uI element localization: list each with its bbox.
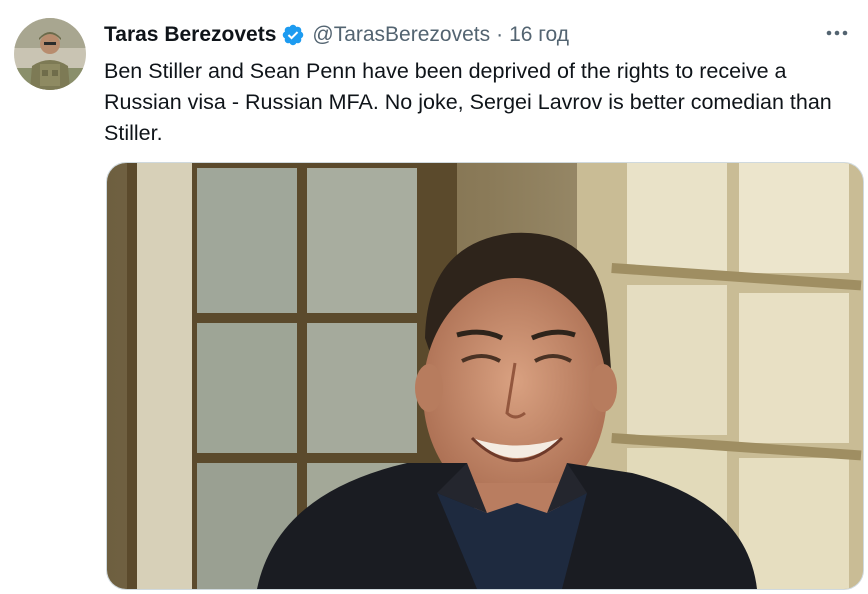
more-options-icon[interactable] (820, 18, 854, 48)
tweet-photo[interactable] (106, 162, 864, 590)
author-name[interactable]: Taras Berezovets (104, 23, 276, 47)
author-handle[interactable]: @TarasBerezovets (312, 23, 490, 47)
tweet-text: Ben Stiller and Sean Penn have been depr… (104, 59, 832, 145)
tweet[interactable]: Taras Berezovets @TarasBerezovets · 16 г… (0, 0, 868, 594)
photo-image (107, 163, 863, 589)
avatar[interactable] (14, 18, 86, 90)
verified-badge-icon (281, 23, 305, 47)
tweet-header: Taras Berezovets @TarasBerezovets · 16 г… (104, 20, 569, 50)
separator-dot: · (496, 23, 504, 46)
avatar-icon (14, 18, 86, 90)
timestamp[interactable]: 16 год (509, 23, 569, 47)
